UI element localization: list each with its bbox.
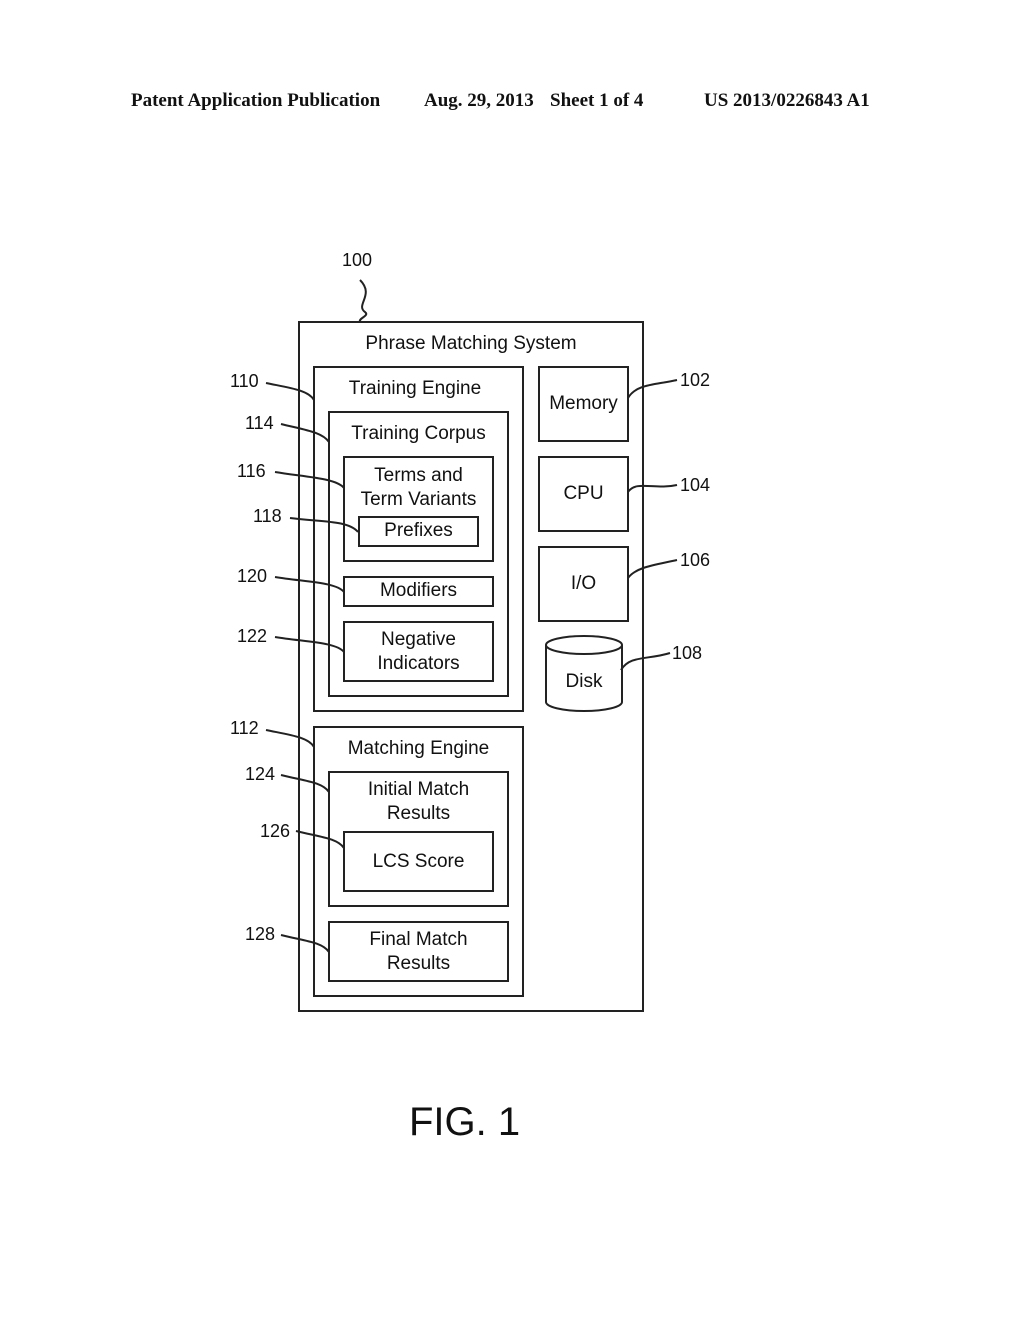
ref-108: 108: [672, 643, 703, 663]
ref-110: 110: [230, 371, 259, 391]
ref-124: 124: [245, 764, 276, 784]
initial-match-results-label-line2: Results: [386, 803, 451, 824]
training-engine-label: Training Engine: [348, 378, 482, 399]
matching-engine-label: Matching Engine: [347, 738, 490, 759]
modifiers-label: Modifiers: [379, 580, 458, 601]
ref-102: 102: [680, 370, 711, 390]
figure-caption: FIG. 1: [409, 1100, 521, 1144]
memory-label: Memory: [549, 393, 618, 414]
ref-114: 114: [245, 413, 274, 433]
ref-126: 126: [260, 821, 291, 841]
initial-match-results-label-line1: Initial Match: [367, 779, 470, 800]
ref-122: 122: [237, 626, 268, 646]
cpu-label: CPU: [563, 483, 604, 504]
ref-116: 116: [237, 461, 266, 481]
final-match-results-label-line1: Final Match: [369, 929, 468, 950]
final-match-results-label-line2: Results: [386, 953, 451, 974]
training-corpus-label: Training Corpus: [351, 423, 486, 444]
ref-104: 104: [680, 475, 711, 495]
ref-106: 106: [680, 550, 711, 570]
terms-label-line2: Term Variants: [360, 489, 477, 510]
ref-112: 112: [230, 718, 259, 738]
prefixes-label: Prefixes: [384, 520, 453, 541]
disk-label: Disk: [565, 671, 603, 692]
negative-indicators-label-line2: Indicators: [377, 653, 460, 674]
leader-100: [358, 279, 368, 323]
negative-indicators-label-line1: Negative: [381, 629, 456, 650]
lcs-score-label: LCS Score: [372, 851, 465, 872]
ref-120: 120: [237, 566, 268, 586]
ref-118: 118: [253, 506, 282, 526]
phrase-matching-system-label: Phrase Matching System: [365, 333, 577, 354]
terms-label-line1: Terms and: [374, 465, 463, 486]
io-label: I/O: [570, 573, 597, 594]
ref-128: 128: [245, 924, 276, 944]
ref-100: 100: [342, 250, 373, 270]
